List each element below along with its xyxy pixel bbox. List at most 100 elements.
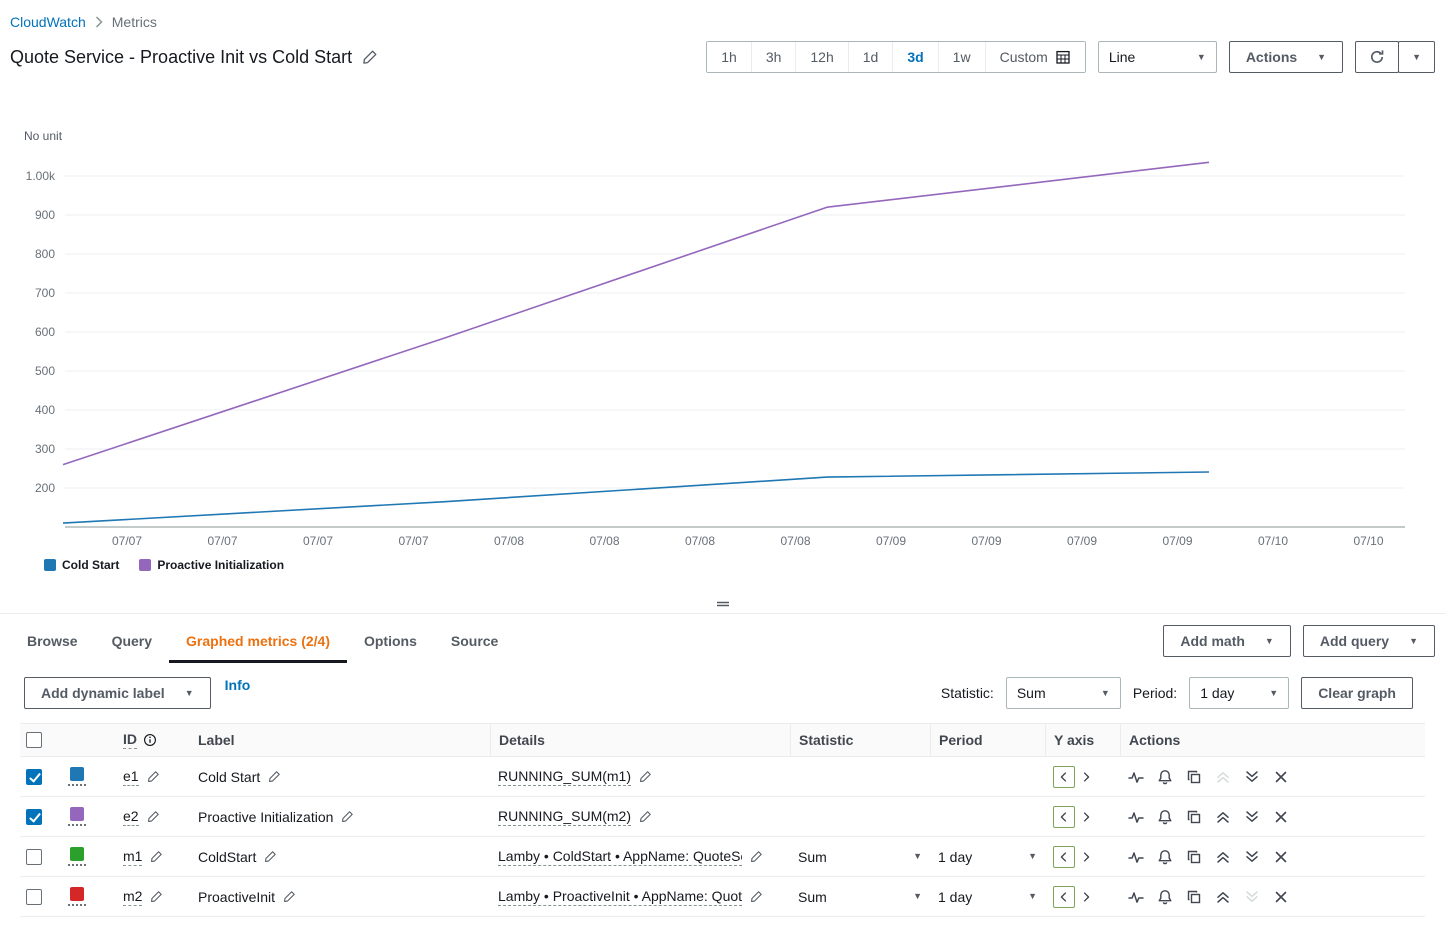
actions-button[interactable]: Actions▼ bbox=[1229, 41, 1343, 73]
row-period-select[interactable]: 1 day▼ bbox=[938, 849, 1037, 865]
edit-title-icon[interactable] bbox=[362, 49, 378, 65]
duplicate-button[interactable] bbox=[1186, 769, 1202, 785]
breadcrumb-link-cloudwatch[interactable]: CloudWatch bbox=[10, 14, 86, 30]
create-alarm-button[interactable] bbox=[1157, 769, 1173, 785]
info-link[interactable]: Info bbox=[225, 677, 251, 693]
move-up-button[interactable] bbox=[1215, 889, 1231, 905]
remove-button[interactable] bbox=[1273, 849, 1289, 865]
y-axis-left-button[interactable] bbox=[1053, 806, 1075, 828]
y-axis-right-button[interactable] bbox=[1075, 846, 1097, 868]
row-checkbox[interactable] bbox=[26, 809, 42, 825]
metric-details[interactable]: Lamby • ColdStart • AppName: QuoteSer bbox=[498, 848, 763, 866]
table-row: e2 Proactive Initialization RUNNING_SUM(… bbox=[20, 797, 1425, 837]
color-swatch-button[interactable] bbox=[68, 767, 86, 786]
metric-label[interactable]: Proactive Initialization bbox=[198, 809, 354, 825]
add-dynamic-label-button[interactable]: Add dynamic label▼ bbox=[24, 677, 211, 709]
graph-metric-button[interactable] bbox=[1128, 889, 1144, 905]
select-all-checkbox[interactable] bbox=[26, 732, 42, 748]
metric-details[interactable]: RUNNING_SUM(m2) bbox=[498, 808, 652, 826]
duplicate-button[interactable] bbox=[1186, 889, 1202, 905]
edit-icon bbox=[268, 770, 281, 783]
metric-label[interactable]: ProactiveInit bbox=[198, 889, 296, 905]
time-range-option[interactable]: 1d bbox=[849, 42, 894, 72]
row-period-select[interactable]: 1 day▼ bbox=[938, 889, 1037, 905]
caret-down-icon: ▼ bbox=[1269, 689, 1278, 698]
metric-id[interactable]: m2 bbox=[123, 888, 163, 906]
refresh-button[interactable] bbox=[1355, 41, 1399, 73]
color-swatch-button[interactable] bbox=[68, 887, 86, 906]
refresh-options-button[interactable]: ▼ bbox=[1398, 41, 1435, 73]
metric-id[interactable]: e2 bbox=[123, 808, 160, 826]
color-swatch-button[interactable] bbox=[68, 807, 86, 826]
y-axis-right-button[interactable] bbox=[1075, 766, 1097, 788]
move-up-button[interactable] bbox=[1215, 849, 1231, 865]
move-down-button[interactable] bbox=[1244, 769, 1260, 785]
graph-metric-button[interactable] bbox=[1128, 849, 1144, 865]
remove-button[interactable] bbox=[1273, 769, 1289, 785]
edit-icon bbox=[639, 810, 652, 823]
time-range-option[interactable]: 1w bbox=[939, 42, 986, 72]
move-up-button[interactable] bbox=[1215, 809, 1231, 825]
edit-icon bbox=[283, 890, 296, 903]
y-axis-left-button[interactable] bbox=[1053, 846, 1075, 868]
panel-divider bbox=[0, 594, 1445, 614]
svg-text:1.00k: 1.00k bbox=[26, 169, 56, 183]
row-statistic-select[interactable]: Sum▼ bbox=[798, 889, 922, 905]
color-swatch bbox=[70, 767, 84, 781]
duplicate-button[interactable] bbox=[1186, 849, 1202, 865]
y-axis-left-button[interactable] bbox=[1053, 886, 1075, 908]
metric-details[interactable]: Lamby • ProactiveInit • AppName: QuoteS bbox=[498, 888, 763, 906]
statistic-select[interactable]: Sum▼ bbox=[1006, 677, 1121, 709]
time-range-option[interactable]: 3d bbox=[893, 42, 938, 72]
svg-text:500: 500 bbox=[35, 364, 55, 378]
time-range-option[interactable]: 1h bbox=[707, 42, 752, 72]
row-checkbox[interactable] bbox=[26, 849, 42, 865]
calendar-icon bbox=[1055, 49, 1071, 65]
row-checkbox[interactable] bbox=[26, 769, 42, 785]
legend-item-cold-start[interactable]: Cold Start bbox=[44, 558, 119, 572]
chart-canvas[interactable]: 2003004005006007008009001.00k07/0707/070… bbox=[0, 79, 1445, 594]
metric-id[interactable]: e1 bbox=[123, 768, 160, 786]
create-alarm-button[interactable] bbox=[1157, 849, 1173, 865]
metric-details[interactable]: RUNNING_SUM(m1) bbox=[498, 768, 652, 786]
create-alarm-button[interactable] bbox=[1157, 809, 1173, 825]
table-row: e1 Cold Start RUNNING_SUM(m1) bbox=[20, 757, 1425, 797]
id-info-icon[interactable] bbox=[143, 733, 157, 747]
time-range-option[interactable]: Custom bbox=[986, 42, 1085, 72]
y-axis-right-button[interactable] bbox=[1075, 806, 1097, 828]
caret-down-icon: ▼ bbox=[913, 852, 922, 861]
edit-icon bbox=[639, 770, 652, 783]
move-down-button[interactable] bbox=[1244, 809, 1260, 825]
legend-item-proactive-initialization[interactable]: Proactive Initialization bbox=[139, 558, 284, 572]
tabs-row: Browse Query Graphed metrics (2/4) Optio… bbox=[0, 614, 1445, 663]
graph-metric-button[interactable] bbox=[1128, 769, 1144, 785]
y-axis-right-button[interactable] bbox=[1075, 886, 1097, 908]
tab-browse[interactable]: Browse bbox=[10, 620, 95, 663]
clear-graph-button[interactable]: Clear graph bbox=[1301, 677, 1413, 709]
chart-type-select[interactable]: Line▼ bbox=[1098, 41, 1217, 73]
tab-source[interactable]: Source bbox=[434, 620, 515, 663]
panel-resize-handle[interactable] bbox=[706, 598, 740, 610]
metric-id[interactable]: m1 bbox=[123, 848, 163, 866]
graph-metric-button[interactable] bbox=[1128, 809, 1144, 825]
metric-label[interactable]: Cold Start bbox=[198, 769, 281, 785]
add-query-button[interactable]: Add query▼ bbox=[1303, 625, 1435, 657]
tab-options[interactable]: Options bbox=[347, 620, 434, 663]
tab-graphed-metrics[interactable]: Graphed metrics (2/4) bbox=[169, 620, 347, 663]
color-swatch-button[interactable] bbox=[68, 847, 86, 866]
y-axis-left-button[interactable] bbox=[1053, 766, 1075, 788]
create-alarm-button[interactable] bbox=[1157, 889, 1173, 905]
move-down-button[interactable] bbox=[1244, 849, 1260, 865]
remove-button[interactable] bbox=[1273, 809, 1289, 825]
remove-button[interactable] bbox=[1273, 889, 1289, 905]
duplicate-button[interactable] bbox=[1186, 809, 1202, 825]
time-range-option[interactable]: 3h bbox=[752, 42, 797, 72]
row-checkbox[interactable] bbox=[26, 889, 42, 905]
add-math-button[interactable]: Add math▼ bbox=[1163, 625, 1290, 657]
svg-text:07/10: 07/10 bbox=[1258, 534, 1288, 548]
tab-query[interactable]: Query bbox=[95, 620, 169, 663]
time-range-option[interactable]: 12h bbox=[796, 42, 848, 72]
metric-label[interactable]: ColdStart bbox=[198, 849, 277, 865]
row-statistic-select[interactable]: Sum▼ bbox=[798, 849, 922, 865]
period-select[interactable]: 1 day▼ bbox=[1189, 677, 1289, 709]
